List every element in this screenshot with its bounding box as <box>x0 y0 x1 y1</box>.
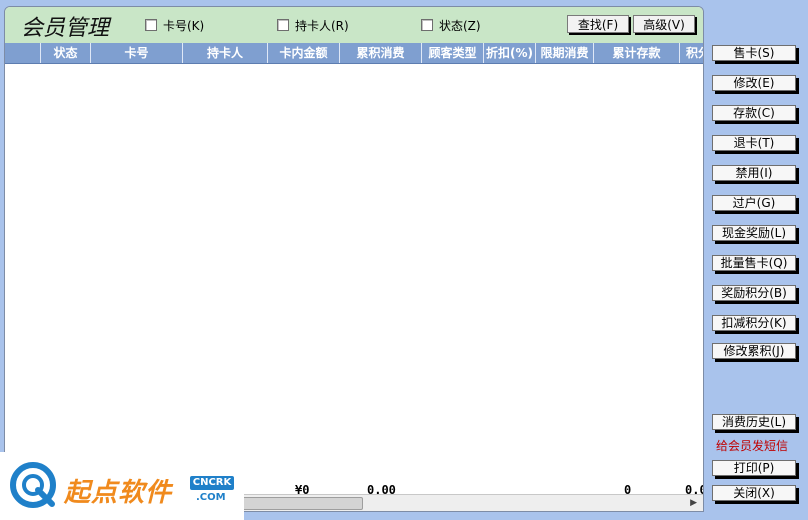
column-header-discount[interactable]: 折扣(%) <box>484 43 536 63</box>
scrollbar-thumb[interactable] <box>241 497 363 510</box>
bulk-sell-button[interactable]: 批量售卡(Q) <box>712 255 796 271</box>
watermark-brand: 起点软件 <box>64 478 173 508</box>
modify-accum-button[interactable]: 修改累积(J) <box>712 343 796 359</box>
modify-button[interactable]: 修改(E) <box>712 75 796 91</box>
deposit-button[interactable]: 存款(C) <box>712 105 796 121</box>
search-button[interactable]: 查找(F) <box>567 15 629 33</box>
column-header-holder[interactable]: 持卡人 <box>183 43 268 63</box>
advanced-button[interactable]: 高级(V) <box>633 15 695 33</box>
print-button[interactable]: 打印(P) <box>712 460 796 476</box>
sms-link[interactable]: 给会员发短信 <box>716 437 788 454</box>
cash-reward-button[interactable]: 现金奖励(L) <box>712 225 796 241</box>
column-header-total-consume[interactable]: 累积消费 <box>340 43 422 63</box>
column-header-limited-consume[interactable]: 限期消费 <box>536 43 594 63</box>
column-header-status[interactable]: 状态 <box>41 43 91 63</box>
checkbox-icon[interactable] <box>145 19 157 31</box>
close-button[interactable]: 关闭(X) <box>712 485 796 501</box>
disable-button[interactable]: 禁用(I) <box>712 165 796 181</box>
column-header-card-no[interactable]: 卡号 <box>91 43 183 63</box>
filter-card-no[interactable]: 卡号(K) <box>145 17 204 33</box>
column-header-row: 状态 卡号 持卡人 卡内金额 累积消费 顾客类型 折扣(%) 限期消费 累计存款… <box>5 43 703 64</box>
sell-card-button[interactable]: 售卡(S) <box>712 45 796 61</box>
panel-header: 会员管理 卡号(K) 持卡人(R) 状态(Z) 查找(F) 高级(V) <box>5 7 703 44</box>
filter-holder-label: 持卡人(R) <box>295 18 349 33</box>
watermark-logo: 起点软件 CNCRK .COM <box>0 452 244 520</box>
column-header-card-amount[interactable]: 卡内金额 <box>268 43 340 63</box>
column-header-points[interactable]: 积分 <box>680 43 703 63</box>
filter-holder[interactable]: 持卡人(R) <box>277 17 349 33</box>
filter-status[interactable]: 状态(Z) <box>421 17 481 33</box>
row-indicator-header <box>5 43 41 63</box>
filter-status-label: 状态(Z) <box>439 18 481 33</box>
column-header-total-deposit[interactable]: 累计存款 <box>594 43 680 63</box>
panel-title: 会员管理 <box>21 16 110 41</box>
deduct-points-button[interactable]: 扣减积分(K) <box>712 315 796 331</box>
reward-points-button[interactable]: 奖励积分(B) <box>712 285 796 301</box>
transfer-button[interactable]: 过户(G) <box>712 195 796 211</box>
filter-card-no-label: 卡号(K) <box>163 18 205 33</box>
consume-history-button[interactable]: 消费历史(L) <box>712 414 796 430</box>
checkbox-icon[interactable] <box>277 19 289 31</box>
refund-card-button[interactable]: 退卡(T) <box>712 135 796 151</box>
column-header-customer-type[interactable]: 顾客类型 <box>422 43 484 63</box>
watermark-sub: .COM <box>196 492 226 503</box>
brand-logo-icon <box>10 462 56 508</box>
watermark-badge: CNCRK <box>190 476 234 490</box>
member-panel: 会员管理 卡号(K) 持卡人(R) 状态(Z) 查找(F) 高级(V) 状态 卡… <box>4 6 704 512</box>
member-grid[interactable] <box>5 64 703 482</box>
scroll-right-arrow-icon[interactable]: ▶ <box>690 498 697 508</box>
checkbox-icon[interactable] <box>421 19 433 31</box>
